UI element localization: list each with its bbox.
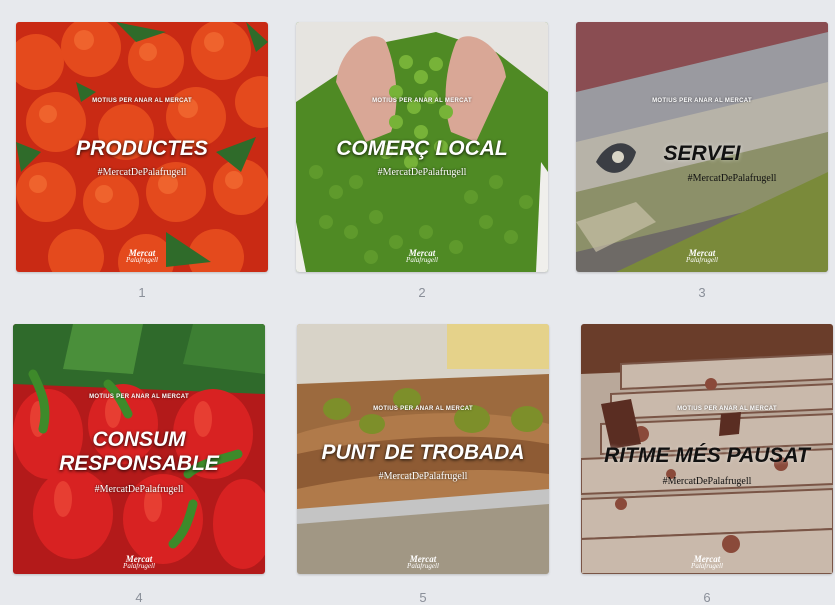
slide-thumbnail-3[interactable]: MOTIUS PER ANAR AL MERCAT SERVEI #Mercat… <box>576 22 828 272</box>
slide-hashtag: #MercatDePalafrugell <box>662 476 752 487</box>
page-number-3: 3 <box>698 285 706 300</box>
mercat-logo: Mercat Palafrugell <box>126 248 158 264</box>
slide-tagline: MOTIUS PER ANAR AL MERCAT <box>92 98 192 104</box>
slide-tagline: MOTIUS PER ANAR AL MERCAT <box>677 406 777 412</box>
mercat-logo: Mercat Palafrugell <box>691 554 723 570</box>
slide-tagline: MOTIUS PER ANAR AL MERCAT <box>372 98 472 104</box>
slide-thumbnail-6[interactable]: MOTIUS PER ANAR AL MERCAT RITME MÉS PAUS… <box>581 324 833 574</box>
page-number-4: 4 <box>135 590 143 605</box>
slide-hashtag: #MercatDePalafrugell <box>377 167 467 178</box>
mercat-logo: Mercat Palafrugell <box>406 248 438 264</box>
page-number-5: 5 <box>419 590 427 605</box>
mercat-logo: Mercat Palafrugell <box>686 248 718 264</box>
slide-tagline: MOTIUS PER ANAR AL MERCAT <box>652 98 752 104</box>
slide-title: SERVEI <box>663 142 741 165</box>
slide-tagline: MOTIUS PER ANAR AL MERCAT <box>89 394 189 400</box>
slide-title: PUNT DE TROBADA <box>321 441 525 464</box>
slide-hashtag: #MercatDePalafrugell <box>687 173 777 184</box>
slide-title: COMERÇ LOCAL <box>336 137 508 160</box>
slide-hashtag: #MercatDePalafrugell <box>97 167 187 178</box>
slide-thumbnail-5[interactable]: MOTIUS PER ANAR AL MERCAT PUNT DE TROBAD… <box>297 324 549 574</box>
mercat-logo: Mercat Palafrugell <box>123 554 155 570</box>
slide-hashtag: #MercatDePalafrugell <box>94 484 184 495</box>
slide-thumbnail-1[interactable]: MOTIUS PER ANAR AL MERCAT PRODUCTES #Mer… <box>16 22 268 272</box>
slide-tagline: MOTIUS PER ANAR AL MERCAT <box>373 406 473 412</box>
mercat-logo: Mercat Palafrugell <box>407 554 439 570</box>
slide-title: PRODUCTES <box>76 137 208 160</box>
slides-grid: MOTIUS PER ANAR AL MERCAT PRODUCTES #Mer… <box>0 0 835 605</box>
page-number-1: 1 <box>138 285 146 300</box>
slide-title: RITME MÉS PAUSAT <box>604 444 810 467</box>
slide-thumbnail-2[interactable]: MOTIUS PER ANAR AL MERCAT COMERÇ LOCAL #… <box>296 22 548 272</box>
slide-title: CONSUM RESPONSABLE <box>59 428 219 475</box>
slide-thumbnail-4[interactable]: MOTIUS PER ANAR AL MERCAT CONSUM RESPONS… <box>13 324 265 574</box>
page-number-6: 6 <box>703 590 711 605</box>
page-number-2: 2 <box>418 285 426 300</box>
slide-hashtag: #MercatDePalafrugell <box>378 471 468 482</box>
